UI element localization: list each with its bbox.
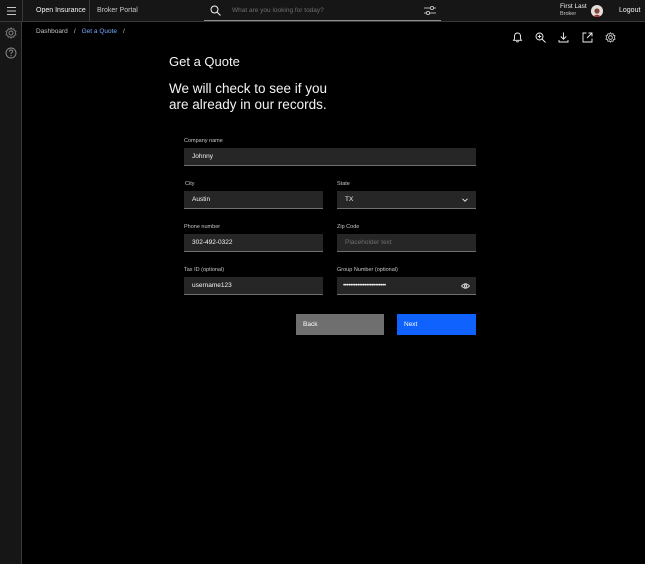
city-field[interactable] [184, 191, 323, 209]
state-label: State [337, 181, 350, 187]
user-role: Broker [560, 11, 577, 17]
page-title: Get a Quote [169, 54, 240, 69]
group-number-label: Group Number (optional) [337, 267, 398, 273]
header-divider [89, 0, 90, 22]
company-name-label: Company name [184, 138, 223, 144]
tax-id-field[interactable] [184, 277, 323, 295]
filter-icon[interactable] [424, 5, 436, 16]
top-header: Open Insurance Broker Portal First Last … [0, 0, 645, 22]
zip-field[interactable] [337, 234, 476, 252]
help-icon[interactable] [5, 47, 17, 59]
search-icon[interactable] [210, 5, 221, 16]
state-select[interactable]: TX [337, 191, 476, 209]
user-name: First Last [560, 3, 587, 10]
search-input[interactable] [232, 0, 412, 20]
menu-icon[interactable] [0, 0, 22, 22]
page-subtitle: We will check to see if you are already … [169, 81, 328, 112]
settings-icon[interactable] [605, 32, 616, 43]
settings-icon[interactable] [5, 27, 17, 39]
view-password-icon[interactable] [461, 282, 470, 290]
breadcrumb-dashboard[interactable]: Dashboard [36, 27, 68, 37]
phone-label: Phone number [184, 224, 221, 230]
state-value: TX [345, 196, 354, 203]
user-info: First Last Broker [560, 3, 587, 18]
notification-icon[interactable] [512, 32, 523, 43]
group-number-field[interactable]: •••••••••••••••••••••••• [337, 277, 476, 295]
portal-name[interactable]: Broker Portal [97, 0, 138, 22]
breadcrumb: Dashboard / Get a Quote / [36, 27, 125, 37]
next-button[interactable]: Next [397, 314, 476, 335]
company-name-field[interactable] [184, 148, 476, 166]
breadcrumb-get-a-quote[interactable]: Get a Quote [82, 27, 117, 37]
phone-field[interactable] [184, 234, 323, 252]
launch-icon[interactable] [582, 32, 593, 43]
search-bar [204, 0, 441, 21]
logout-link[interactable]: Logout [619, 0, 640, 22]
zip-label: Zip Code [337, 224, 360, 230]
download-icon[interactable] [558, 32, 569, 43]
zoom-in-icon[interactable] [535, 32, 546, 43]
left-rail [0, 22, 22, 564]
breadcrumb-separator: / [123, 28, 125, 35]
breadcrumb-separator: / [73, 28, 76, 35]
avatar[interactable] [591, 5, 603, 17]
back-button[interactable]: Back [296, 314, 384, 335]
group-number-value: •••••••••••••••••••••••• [343, 282, 386, 289]
city-label: City [185, 181, 195, 187]
chevron-down-icon[interactable] [461, 196, 469, 204]
app-name[interactable]: Open Insurance [36, 0, 86, 22]
tax-id-label: Tax ID (optional) [184, 267, 225, 273]
header-divider [22, 0, 23, 22]
